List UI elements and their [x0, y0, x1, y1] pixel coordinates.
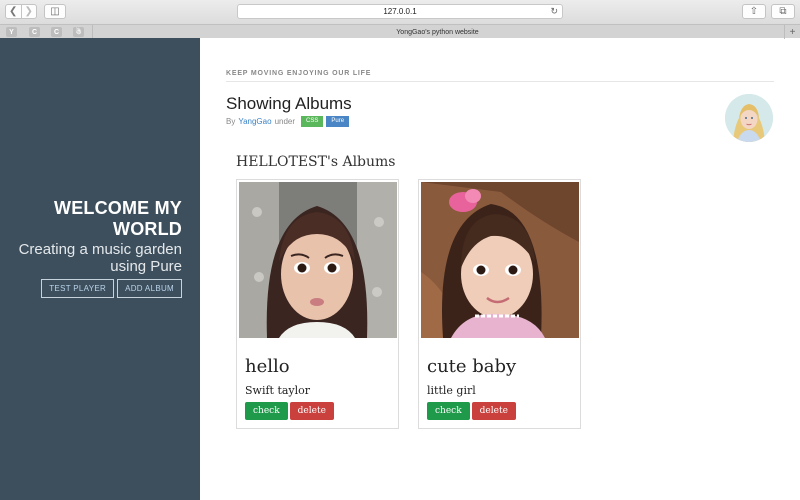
test-player-button[interactable]: TEST PLAYER [41, 279, 115, 298]
album-artist: Swift taylor [245, 384, 311, 397]
brand-title: WELCOME MY WORLD [54, 198, 182, 239]
favorite-y-icon[interactable]: Y [6, 27, 17, 37]
album-title: cute baby [427, 356, 517, 377]
sidebar-buttons: TEST PLAYER ADD ALBUM [41, 279, 182, 298]
album-card: cute baby little girl check delete [418, 179, 581, 429]
byline-by: By [226, 117, 236, 126]
tab-bar: Y C C ☃ YongGao's python website + [0, 24, 800, 39]
album-actions: check delete [427, 402, 516, 420]
favorite-paw-icon[interactable]: ☃ [73, 27, 84, 37]
page-title: Showing Albums [226, 94, 352, 113]
sidebar-toggle-icon[interactable]: ◫ [44, 4, 66, 19]
favorite-c-icon[interactable]: C [29, 27, 40, 37]
delete-button[interactable]: delete [289, 402, 334, 420]
avatar [725, 94, 773, 142]
check-button[interactable]: check [245, 402, 288, 420]
favorite-c-icon[interactable]: C [51, 27, 62, 37]
tag-css[interactable]: CSS [301, 116, 324, 127]
album-title: hello [245, 356, 290, 377]
back-icon[interactable]: ❮ [6, 5, 21, 18]
album-actions: check delete [245, 402, 334, 420]
check-button[interactable]: check [427, 402, 470, 420]
delete-button[interactable]: delete [471, 402, 516, 420]
add-album-button[interactable]: ADD ALBUM [117, 279, 182, 298]
tag-pure[interactable]: Pure [326, 116, 350, 127]
divider [226, 81, 774, 82]
forward-icon[interactable]: ❯ [20, 5, 37, 18]
album-cover-image [239, 182, 397, 338]
album-cover-image [421, 182, 579, 338]
brand-tagline: Creating a music garden using Pure [18, 241, 182, 275]
album-card: hello Swift taylor check delete [236, 179, 399, 429]
browser-chrome: ❮ ❯ ◫ 127.0.0.1 ↻ ⇧ ⧉ Y C C ☃ YongGao's … [0, 0, 800, 39]
author-link[interactable]: YangGao [238, 117, 271, 126]
tab-active[interactable]: YongGao's python website [92, 25, 782, 39]
byline-under: under [274, 117, 296, 126]
nav-buttons: ❮ ❯ [5, 4, 37, 19]
page-motto: KEEP MOVING ENJOYING OUR LIFE [226, 70, 372, 77]
url-text: 127.0.0.1 [383, 7, 417, 16]
brand: WELCOME MY WORLD Creating a music garden… [12, 198, 182, 275]
new-tab-icon[interactable]: + [784, 25, 800, 39]
browser-toolbar: ❮ ❯ ◫ 127.0.0.1 ↻ ⇧ ⧉ [0, 0, 800, 24]
sidebar: WELCOME MY WORLD Creating a music garden… [0, 38, 200, 500]
section-title: HELLOTEST's Albums [236, 154, 396, 170]
album-artist: little girl [427, 384, 476, 397]
url-bar[interactable]: 127.0.0.1 ↻ [237, 4, 563, 19]
tabs-overview-icon[interactable]: ⧉ [771, 4, 795, 19]
main-content: KEEP MOVING ENJOYING OUR LIFE Showing Al… [200, 38, 800, 500]
share-icon[interactable]: ⇧ [742, 4, 766, 19]
reload-icon[interactable]: ↻ [550, 6, 558, 17]
byline: By YangGao under CSS Pure [226, 116, 350, 127]
